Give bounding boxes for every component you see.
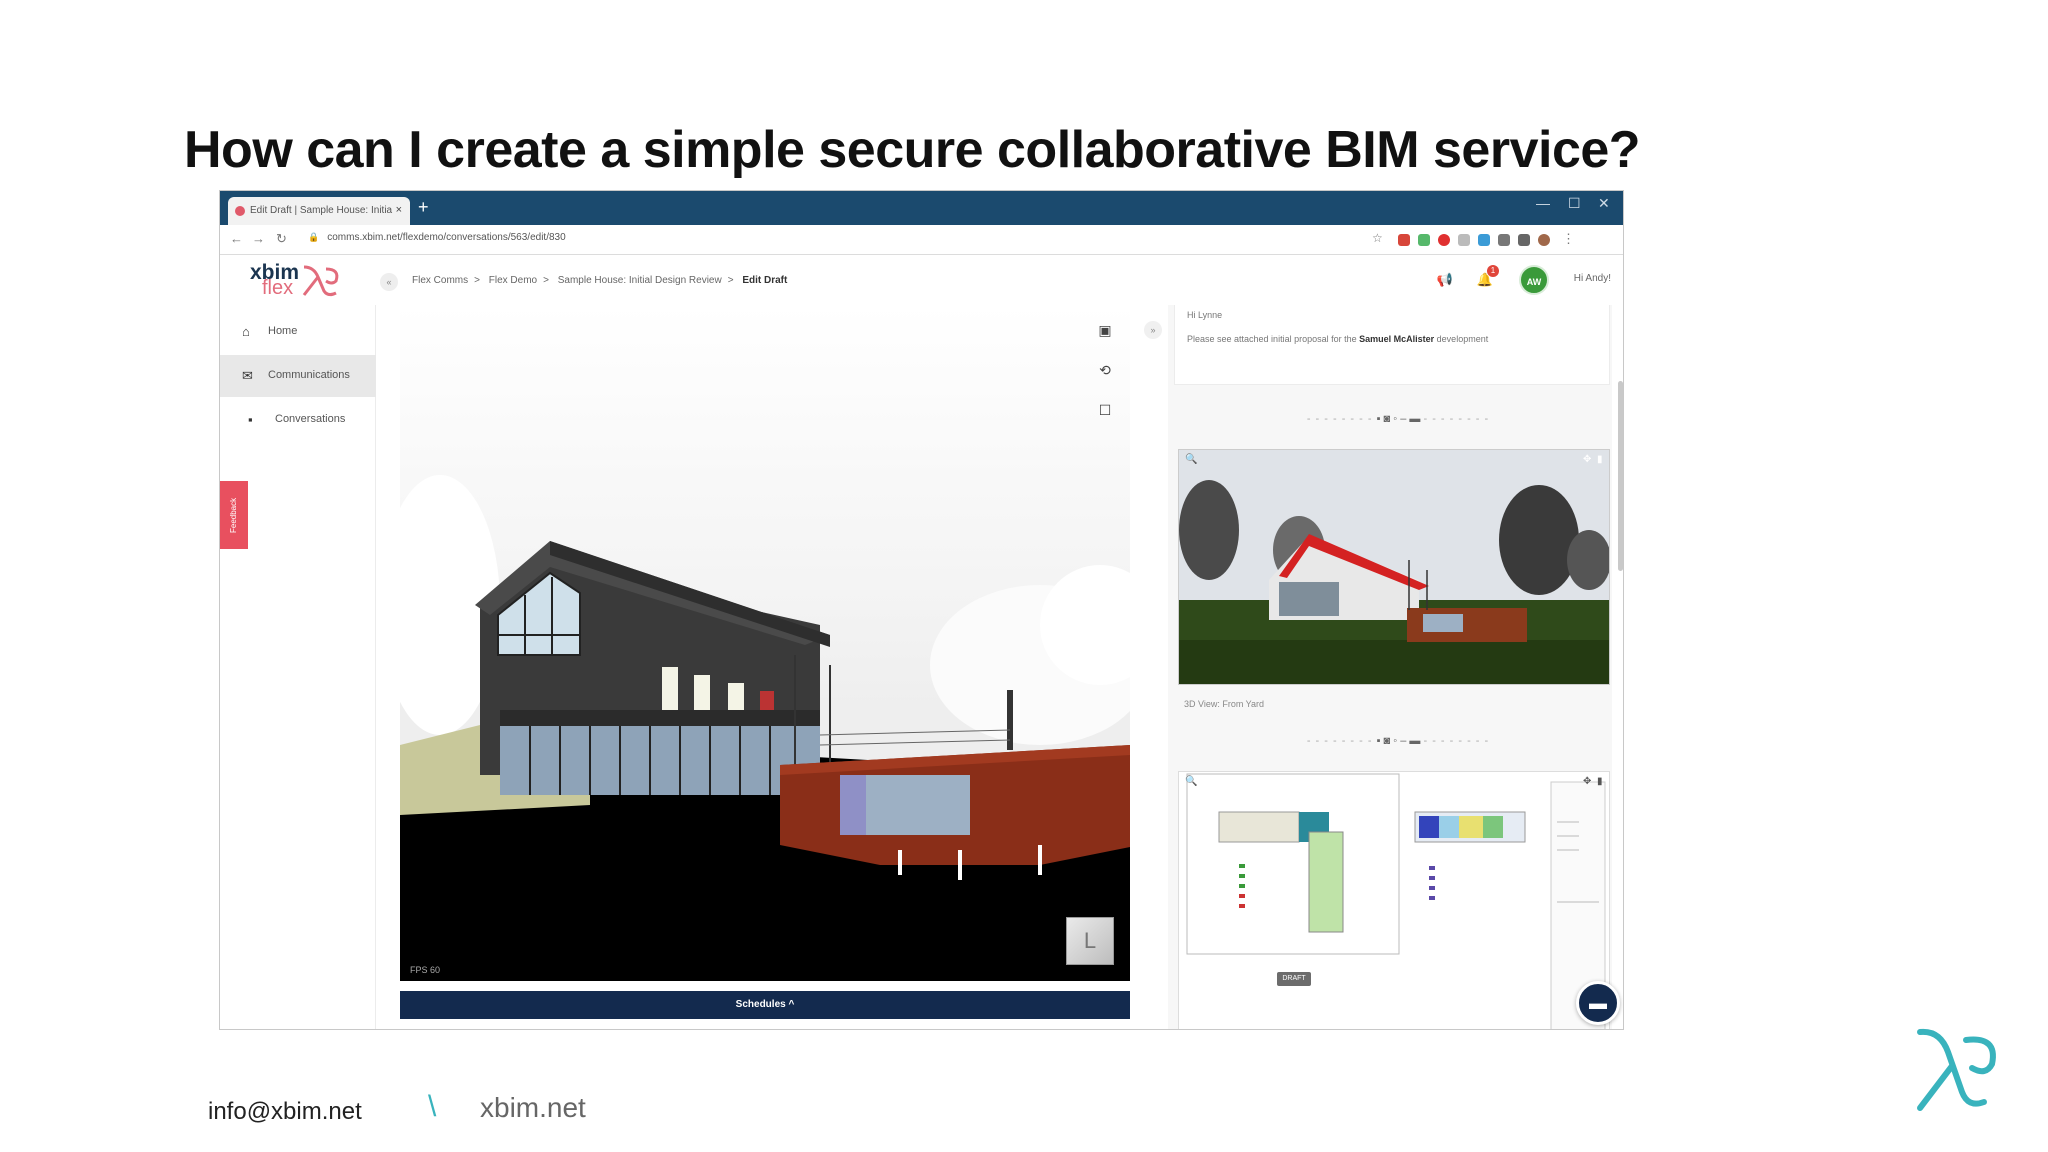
sidebar-item-conversations[interactable]: ▪ Conversations bbox=[220, 399, 376, 441]
section-box-icon[interactable]: ☐ bbox=[1094, 399, 1116, 421]
feedback-tab[interactable]: Feedback bbox=[220, 481, 248, 549]
move-icon[interactable]: ✥ bbox=[1583, 454, 1591, 465]
xbim-flex-logo[interactable]: xbim flex bbox=[250, 259, 350, 303]
avatar[interactable]: AW bbox=[1519, 265, 1549, 295]
extension-icon[interactable] bbox=[1458, 234, 1470, 246]
camera-icon[interactable]: ◙ bbox=[1384, 413, 1391, 425]
notification-badge: 1 bbox=[1487, 265, 1499, 277]
comment-icon[interactable]: ▪ bbox=[1377, 735, 1381, 747]
tab-title: Edit Draft | Sample House: Initia bbox=[250, 205, 393, 216]
chat-icon: ▪ bbox=[248, 412, 253, 427]
reload-icon[interactable]: ↻ bbox=[276, 231, 287, 247]
floor-plan-drawing bbox=[1186, 773, 1606, 1029]
sidebar: ⌂ Home ✉ Communications ▪ Conversations … bbox=[220, 305, 376, 1029]
breadcrumb-item[interactable]: Flex Demo bbox=[489, 275, 537, 286]
logo-mark-icon bbox=[302, 265, 339, 297]
envelope-icon: ✉ bbox=[242, 368, 253, 383]
floor-plan-card[interactable]: 🔍 ✥ ▮ DRAFT bbox=[1178, 771, 1610, 1029]
view-icon[interactable]: ◦ bbox=[1393, 413, 1397, 425]
model-snapshot-card[interactable]: 🔍 ✥ ▮ bbox=[1178, 449, 1610, 685]
navigation-cube[interactable]: L bbox=[1066, 917, 1114, 965]
delete-icon[interactable]: ▮ bbox=[1597, 776, 1603, 787]
attachment-toolbar: - - - - - - - - ▪ ◙ ◦ – ▬ - - - - - - - … bbox=[1306, 735, 1490, 747]
home-icon: ⌂ bbox=[242, 324, 250, 339]
extension-icon[interactable] bbox=[1418, 234, 1430, 246]
message-body: Please see attached initial proposal for… bbox=[1187, 334, 1489, 344]
extension-icon[interactable] bbox=[1438, 234, 1450, 246]
megaphone-icon[interactable]: 📢 bbox=[1437, 272, 1453, 288]
fps-counter: FPS 60 bbox=[410, 965, 441, 975]
sidebar-item-communications[interactable]: ✉ Communications bbox=[220, 355, 376, 397]
image-icon[interactable]: ▣ bbox=[1094, 319, 1116, 341]
chat-button[interactable]: ▬ bbox=[1576, 981, 1620, 1025]
schedules-toggle[interactable]: Schedules ^ bbox=[400, 991, 1130, 1019]
breadcrumb-item[interactable]: Sample House: Initial Design Review bbox=[558, 275, 722, 286]
close-window-button[interactable]: ✕ bbox=[1598, 195, 1610, 212]
xbim-logo-icon bbox=[1917, 1028, 1996, 1111]
delete-icon[interactable]: ▮ bbox=[1597, 454, 1603, 465]
url-field[interactable]: 🔒 comms.xbim.net/flexdemo/conversations/5… bbox=[308, 232, 566, 243]
3d-viewer[interactable]: ▣ ⟲ ☐ FPS 60 L bbox=[400, 305, 1130, 981]
extension-icon[interactable] bbox=[1398, 234, 1410, 246]
view-icon[interactable]: ◦ bbox=[1393, 735, 1397, 747]
breadcrumb: Flex Comms > Flex Demo > Sample House: Ini… bbox=[412, 275, 788, 286]
camera-icon[interactable]: ◙ bbox=[1384, 735, 1391, 747]
app-header: xbim flex « Flex Comms > Flex Demo > Sampl… bbox=[220, 255, 1623, 305]
zoom-icon[interactable]: 🔍 bbox=[1185, 776, 1197, 787]
back-icon[interactable]: ← bbox=[230, 231, 243, 246]
star-icon[interactable]: ☆ bbox=[1372, 231, 1383, 245]
footer-email[interactable]: info@xbim.net bbox=[208, 1098, 362, 1126]
profile-icon[interactable] bbox=[1538, 234, 1550, 246]
message-editor[interactable]: Hi Lynne Please see attached initial pro… bbox=[1174, 305, 1610, 385]
building-3d-model bbox=[400, 475, 1130, 981]
comment-icon[interactable]: ▪ bbox=[1377, 413, 1381, 425]
kebab-menu-icon[interactable]: ⋮ bbox=[1562, 231, 1575, 247]
panel-toggle-button[interactable]: » bbox=[1144, 321, 1162, 339]
extension-icon[interactable] bbox=[1498, 234, 1510, 246]
forward-icon[interactable]: → bbox=[252, 231, 265, 246]
message-panel: Hi Lynne Please see attached initial pro… bbox=[1168, 305, 1612, 1029]
favicon-icon bbox=[235, 206, 245, 216]
browser-tab-bar: Edit Draft | Sample House: Initia × + — … bbox=[220, 191, 1623, 225]
puzzle-icon[interactable] bbox=[1518, 234, 1530, 246]
extension-icon[interactable] bbox=[1478, 234, 1490, 246]
lock-icon: 🔒 bbox=[308, 232, 320, 242]
panel-scrollbar[interactable] bbox=[1618, 381, 1623, 571]
tab-close-icon[interactable]: × bbox=[396, 204, 402, 216]
message-greeting: Hi Lynne bbox=[1187, 310, 1223, 320]
new-tab-button[interactable]: + bbox=[418, 197, 429, 218]
orbit-icon[interactable]: ⟲ bbox=[1094, 359, 1116, 381]
breadcrumb-current: Edit Draft bbox=[742, 275, 788, 286]
slide-title: How can I create a simple secure collabo… bbox=[184, 121, 1641, 179]
sidebar-item-home[interactable]: ⌂ Home bbox=[220, 311, 376, 353]
slide: How can I create a simple secure collabo… bbox=[0, 0, 2048, 1152]
snapshot-3d-view bbox=[1179, 450, 1609, 684]
user-greeting: Hi Andy! bbox=[1573, 273, 1611, 284]
chat-bubble-icon: ▬ bbox=[1589, 993, 1607, 1013]
browser-window: Edit Draft | Sample House: Initia × + — … bbox=[219, 190, 1624, 1030]
zoom-icon[interactable]: 🔍 bbox=[1185, 454, 1197, 465]
link-icon[interactable]: – bbox=[1400, 735, 1406, 747]
attachment-toolbar: - - - - - - - - ▪ ◙ ◦ – ▬ - - - - - - - … bbox=[1306, 413, 1490, 425]
footer-divider: \ bbox=[428, 1090, 437, 1123]
address-bar: ← → ↻ 🔒 comms.xbim.net/flexdemo/conversat… bbox=[220, 225, 1623, 255]
draft-badge: DRAFT bbox=[1277, 972, 1311, 986]
link-icon[interactable]: – bbox=[1400, 413, 1406, 425]
maximize-button[interactable]: ☐ bbox=[1568, 195, 1581, 212]
attach-icon[interactable]: ▬ bbox=[1409, 735, 1420, 747]
footer-website[interactable]: xbim.net bbox=[480, 1092, 586, 1124]
snapshot-caption: 3D View: From Yard bbox=[1184, 699, 1265, 709]
breadcrumb-item[interactable]: Flex Comms bbox=[412, 275, 468, 286]
browser-tab[interactable]: Edit Draft | Sample House: Initia × bbox=[228, 197, 410, 225]
minimize-button[interactable]: — bbox=[1536, 195, 1550, 211]
move-icon[interactable]: ✥ bbox=[1583, 776, 1591, 787]
collapse-sidebar-button[interactable]: « bbox=[380, 273, 398, 291]
attach-icon[interactable]: ▬ bbox=[1409, 413, 1420, 425]
url-text: comms.xbim.net/flexdemo/conversations/56… bbox=[327, 232, 566, 243]
